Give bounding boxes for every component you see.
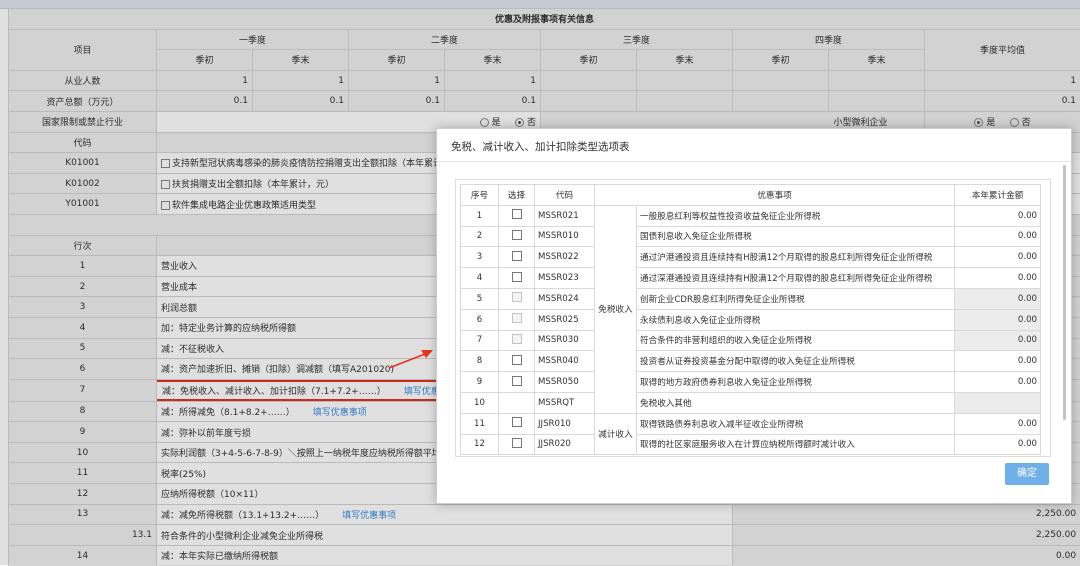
row-text: 符合条件的非营利组织的收入免征企业所得税 [637,330,955,351]
dialog-title: 免税、减计收入、加计扣除类型选项表 [451,139,630,154]
row-text: 免税收入其他 [637,392,955,413]
row-checkbox-disabled [512,313,522,323]
row-no: 3 [461,247,499,268]
row-code: MSSR010 [535,226,595,247]
row-select[interactable] [499,247,535,268]
row-select [499,330,535,351]
scrollbar[interactable] [1063,165,1066,420]
col-header-amount: 本年累计金额 [955,185,1041,206]
row-no: 4 [461,268,499,289]
group-tax-exempt: 免税收入 [595,205,637,413]
row-code: MSSR023 [535,268,595,289]
row-no: 12 [461,434,499,455]
row-no: 9 [461,372,499,393]
row-select[interactable] [499,226,535,247]
row-text: 国债利息收入免征企业所得税 [637,226,955,247]
row-checkbox[interactable] [512,230,522,240]
row-no: 1 [461,205,499,226]
row-no: 6 [461,309,499,330]
row-amount-input[interactable]: 0.00 [955,351,1041,372]
row-no: 7 [461,330,499,351]
row-checkbox[interactable] [512,417,522,427]
row-code: MSSR040 [535,351,595,372]
row-code: MSSR030 [535,330,595,351]
row-amount-input[interactable]: 0.00 [955,372,1041,393]
row-amount-disabled: 0.00 [955,309,1041,330]
row-amount-input[interactable]: 0.00 [955,268,1041,289]
col-header-item: 优惠事项 [595,185,955,206]
options-scroll-area[interactable]: 序号 选择 代码 优惠事项 本年累计金额 1 MSSR021 免税收入 一般股息… [455,179,1051,457]
row-text: 通过深港通投资且连续持有H股满12个月取得的股息红利所得免征企业所得税 [637,268,955,289]
row-checkbox[interactable] [512,355,522,365]
row-no: 5 [461,288,499,309]
row-no: 8 [461,351,499,372]
row-select [499,309,535,330]
row-text: 创新企业CDR股息红利所得免征企业所得税 [637,288,955,309]
row-text: 通过沪港通投资且连续持有H股满12个月取得的股息红利所得免征企业所得税 [637,247,955,268]
row-select[interactable] [499,413,535,434]
row-checkbox-disabled [512,334,522,344]
row-checkbox[interactable] [512,438,522,448]
row-checkbox[interactable] [512,376,522,386]
row-amount-input[interactable]: 0.00 [955,205,1041,226]
row-amount-input[interactable]: 0.00 [955,434,1041,455]
row-text: 一般股息红利等权益性投资收益免征企业所得税 [637,205,955,226]
dialog-divider [437,161,1071,162]
row-checkbox[interactable] [512,272,522,282]
row-amount-input[interactable]: 0.00 [955,413,1041,434]
row-select[interactable] [499,268,535,289]
row-no: 11 [461,413,499,434]
row-checkbox[interactable] [512,251,522,261]
row-select[interactable] [499,205,535,226]
row-amount-input[interactable]: 0.00 [955,247,1041,268]
row-select [499,392,535,413]
row-select[interactable] [499,372,535,393]
row-code: JJSR010 [535,413,595,434]
row-select[interactable] [499,434,535,455]
row-amount-disabled [955,392,1041,413]
row-code: MSSR024 [535,288,595,309]
row-checkbox[interactable] [512,209,522,219]
row-select[interactable] [499,351,535,372]
row-text: 投资者从证券投资基金分配中取得的收入免征企业所得税 [637,351,955,372]
col-header-code: 代码 [535,185,595,206]
row-text: 取得铁路债券利息收入减半征收企业所得税 [637,413,955,434]
row-text: 取得的地方政府债券利息收入免征企业所得税 [637,372,955,393]
confirm-button[interactable]: 确定 [1005,463,1049,485]
row-checkbox-disabled [512,292,522,302]
col-header-select: 选择 [499,185,535,206]
options-table: 序号 选择 代码 优惠事项 本年累计金额 1 MSSR021 免税收入 一般股息… [460,184,1041,455]
row-code: MSSR050 [535,372,595,393]
row-text: 取得的社区家庭服务收入在计算应纳税所得额时减计收入 [637,434,955,455]
row-text: 永续债利息收入免征企业所得税 [637,309,955,330]
row-amount-disabled: 0.00 [955,288,1041,309]
row-code: MSSR025 [535,309,595,330]
group-reduced-income: 减计收入 [595,413,637,455]
row-code: MSSR022 [535,247,595,268]
row-code: MSSR021 [535,205,595,226]
row-no: 10 [461,392,499,413]
row-code: MSSRQT [535,392,595,413]
preference-type-dialog: 免税、减计收入、加计扣除类型选项表 序号 选择 代码 优惠事项 本年累计金额 1… [436,128,1072,504]
row-amount-input[interactable]: 0.00 [955,226,1041,247]
row-code: JJSR020 [535,434,595,455]
col-header-no: 序号 [461,185,499,206]
row-no: 2 [461,226,499,247]
row-amount-disabled: 0.00 [955,330,1041,351]
row-select [499,288,535,309]
